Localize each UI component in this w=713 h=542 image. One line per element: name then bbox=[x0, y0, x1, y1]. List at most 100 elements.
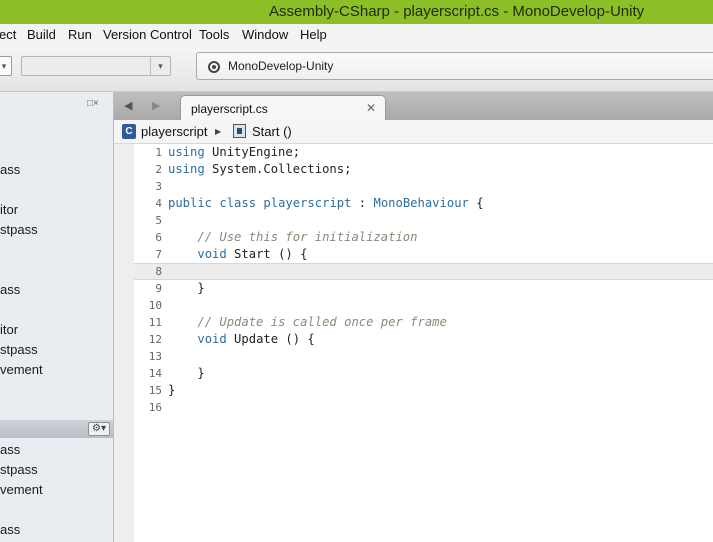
line-number: 3 bbox=[155, 180, 162, 193]
code-line[interactable]: 2 using System.Collections; bbox=[134, 161, 713, 178]
target-dropdown[interactable]: ▾ bbox=[21, 56, 171, 76]
code-token: } bbox=[168, 281, 205, 295]
tree-item[interactable]: ass bbox=[0, 442, 20, 457]
code-token: MonoBehaviour bbox=[373, 196, 469, 210]
code-line[interactable]: 9 } bbox=[134, 280, 713, 297]
code-line[interactable]: 3 bbox=[134, 178, 713, 195]
line-source: } bbox=[168, 366, 205, 380]
code-line[interactable]: 14 } bbox=[134, 365, 713, 382]
line-source: } bbox=[168, 383, 175, 397]
close-icon[interactable]: ✕ bbox=[366, 101, 376, 115]
tree-item[interactable]: ass bbox=[0, 282, 20, 297]
line-number: 4 bbox=[155, 197, 162, 210]
code-area[interactable]: 1 using UnityEngine; 2 using System.Collect… bbox=[114, 144, 713, 542]
toolbar: ▾ ▾ MonoDevelop-Unity bbox=[0, 46, 713, 92]
status-icon bbox=[208, 61, 220, 73]
tree-item[interactable]: itor bbox=[0, 202, 18, 217]
code-token: using bbox=[168, 162, 205, 176]
line-source: public class playerscript : MonoBehaviou… bbox=[168, 196, 484, 210]
breadcrumb: C playerscript ▶ Start () bbox=[114, 120, 713, 144]
line-number: 10 bbox=[148, 299, 162, 312]
tree-item[interactable]: stpass bbox=[0, 222, 38, 237]
code-token: public class bbox=[168, 196, 257, 210]
code-token: UnityEngine; bbox=[204, 145, 301, 159]
code-token: System.Collections; bbox=[204, 162, 352, 176]
status-text: MonoDevelop-Unity bbox=[228, 59, 334, 73]
method-icon bbox=[233, 124, 246, 138]
code-token: // Update is called once per frame bbox=[197, 315, 447, 329]
line-number: 5 bbox=[155, 214, 162, 227]
menu-window[interactable]: Window bbox=[242, 27, 288, 42]
lower-panel-header: ⚙▾ bbox=[0, 420, 113, 438]
window-title: Assembly-CSharp - playerscript.cs - Mono… bbox=[269, 3, 645, 20]
tree-item[interactable]: itor bbox=[0, 322, 18, 337]
code-token: } bbox=[168, 366, 205, 380]
class-icon: C bbox=[122, 124, 136, 139]
line-source: using UnityEngine; bbox=[168, 145, 300, 159]
chevron-down-icon: ▾ bbox=[150, 57, 170, 75]
tree-item[interactable]: vement bbox=[0, 482, 43, 497]
code-token: void bbox=[197, 332, 227, 346]
code-token: using bbox=[168, 145, 205, 159]
line-source: void Start () { bbox=[168, 247, 307, 261]
line-source: } bbox=[168, 281, 205, 295]
tree-item[interactable]: stpass bbox=[0, 462, 38, 477]
breadcrumb-separator-icon: ▶ bbox=[215, 127, 222, 136]
tab-label: playerscript.cs bbox=[191, 102, 268, 116]
line-number: 9 bbox=[155, 282, 162, 295]
line-number: 2 bbox=[155, 163, 162, 176]
solution-panel: □× ass itor stpass ass itor stpass vemen… bbox=[0, 92, 114, 542]
code-line[interactable]: 4 public class playerscript : MonoBehavio… bbox=[134, 195, 713, 212]
code-line[interactable]: 5 bbox=[134, 212, 713, 229]
menu-project[interactable]: ect bbox=[0, 27, 16, 42]
code-token: { bbox=[468, 196, 484, 210]
code-line[interactable]: 16 bbox=[134, 399, 713, 416]
line-source: // Update is called once per frame bbox=[168, 315, 447, 329]
code-token: // Use this for initialization bbox=[197, 230, 418, 244]
gear-icon[interactable]: ⚙▾ bbox=[88, 422, 110, 436]
menu-tools[interactable]: Tools bbox=[199, 27, 229, 42]
code-line[interactable]: 11 // Update is called once per frame bbox=[134, 314, 713, 331]
line-number: 6 bbox=[155, 231, 162, 244]
line-source: void Update () { bbox=[168, 332, 315, 346]
panel-controls[interactable]: □× bbox=[87, 98, 99, 109]
line-number: 8 bbox=[155, 265, 162, 278]
code-line[interactable]: 6 // Use this for initialization bbox=[134, 229, 713, 246]
line-source: // Use this for initialization bbox=[168, 230, 417, 244]
status-display: MonoDevelop-Unity bbox=[196, 52, 713, 80]
tree-item[interactable]: ass bbox=[0, 162, 20, 177]
line-number: 1 bbox=[155, 146, 162, 159]
title-bar: Assembly-CSharp - playerscript.cs - Mono… bbox=[0, 0, 713, 24]
menu-help[interactable]: Help bbox=[300, 27, 327, 42]
code-line[interactable]: 13 bbox=[134, 348, 713, 365]
build-config-dropdown[interactable]: ▾ bbox=[0, 56, 12, 76]
tree-item[interactable]: ass bbox=[0, 522, 20, 537]
back-arrow-icon[interactable]: ◀ bbox=[124, 99, 132, 112]
code-line[interactable]: 12 void Update () { bbox=[134, 331, 713, 348]
forward-arrow-icon[interactable]: ▶ bbox=[152, 99, 160, 112]
menu-bar: ect Build Run Version Control Tools Wind… bbox=[0, 24, 713, 46]
code-line[interactable]: 8 bbox=[134, 263, 713, 280]
tree-item[interactable]: vement bbox=[0, 362, 43, 377]
breadcrumb-class[interactable]: playerscript bbox=[141, 124, 207, 139]
code-editor: ◀ ▶ playerscript.cs ✕ C playerscript ▶ S… bbox=[114, 92, 713, 542]
tree-item[interactable]: stpass bbox=[0, 342, 38, 357]
gutter bbox=[114, 144, 134, 542]
breadcrumb-method[interactable]: Start () bbox=[252, 124, 292, 139]
code-line[interactable]: 1 using UnityEngine; bbox=[134, 144, 713, 161]
tab-playerscript[interactable]: playerscript.cs ✕ bbox=[180, 95, 386, 120]
code-line[interactable]: 7 void Start () { bbox=[134, 246, 713, 263]
line-number: 15 bbox=[148, 384, 162, 397]
code-line[interactable]: 15} bbox=[134, 382, 713, 399]
tab-strip: ◀ ▶ playerscript.cs ✕ bbox=[114, 92, 713, 120]
code-line[interactable]: 10 bbox=[134, 297, 713, 314]
menu-build[interactable]: Build bbox=[27, 27, 56, 42]
code-token: Update () { bbox=[226, 332, 315, 346]
menu-run[interactable]: Run bbox=[68, 27, 92, 42]
code-token: playerscript bbox=[263, 196, 352, 210]
menu-version-control[interactable]: Version Control bbox=[103, 27, 192, 42]
line-number: 14 bbox=[148, 367, 162, 380]
chevron-down-icon: ▾ bbox=[1, 61, 7, 71]
